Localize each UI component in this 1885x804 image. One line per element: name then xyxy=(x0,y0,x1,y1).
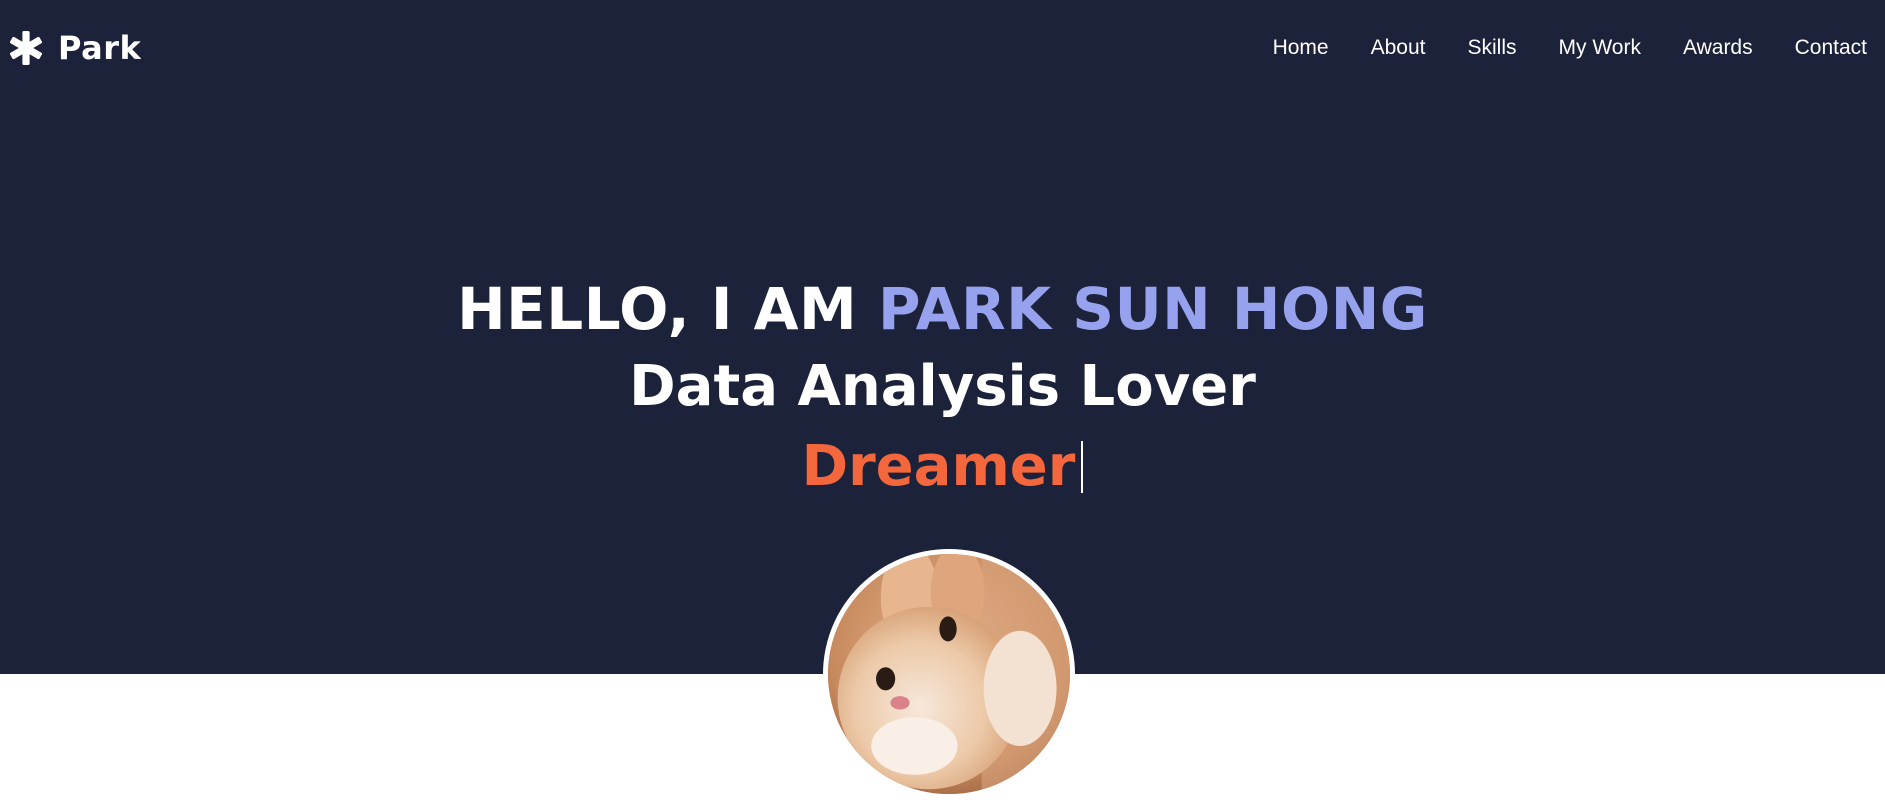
page: Park Home About Skills My Work Awards Co… xyxy=(0,0,1885,804)
nav-awards-link[interactable]: Awards xyxy=(1683,36,1753,60)
nav-about-link[interactable]: About xyxy=(1371,36,1426,60)
typing-cursor xyxy=(1081,441,1084,493)
nav-my-work-link[interactable]: My Work xyxy=(1559,36,1641,60)
hero-subtitle: Data Analysis Lover xyxy=(629,354,1256,419)
nav-home-link[interactable]: Home xyxy=(1273,36,1329,60)
main-nav: Home About Skills My Work Awards Contact xyxy=(1273,30,1867,66)
hero-typed-word: Dreamer xyxy=(801,434,1076,499)
hero-greeting: HELLO, I AM xyxy=(457,275,878,343)
hero-name: PARK SUN HONG xyxy=(877,275,1428,343)
nav-contact-link[interactable]: Contact xyxy=(1795,36,1867,60)
avatar xyxy=(823,549,1075,799)
asterisk-icon xyxy=(10,31,42,65)
brand-link[interactable]: Park xyxy=(8,26,141,70)
hero-heading: HELLO, I AM PARK SUN HONG Data Analysis … xyxy=(0,270,1885,508)
brand-name: Park xyxy=(58,29,142,67)
bunny-avatar-image xyxy=(828,554,1070,794)
hero-greeting-line: HELLO, I AM PARK SUN HONG xyxy=(0,270,1885,348)
nav-skills-link[interactable]: Skills xyxy=(1468,36,1517,60)
